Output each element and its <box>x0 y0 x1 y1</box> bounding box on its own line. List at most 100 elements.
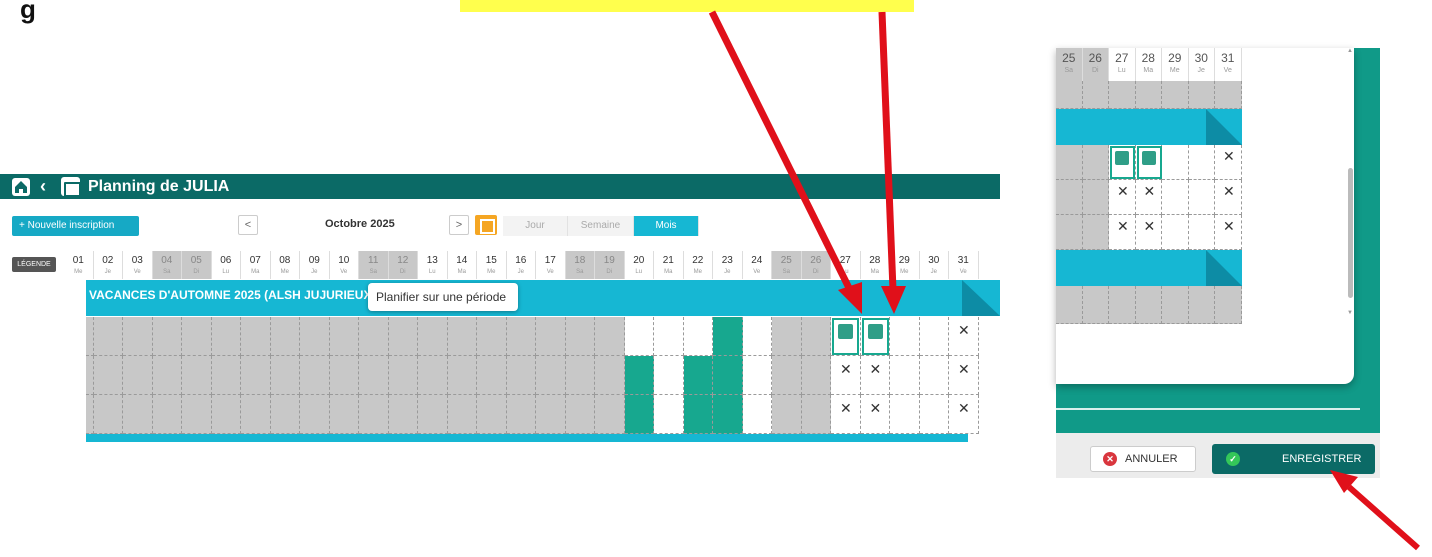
day-header-17[interactable]: 17 Ve <box>536 251 566 279</box>
day-header-25[interactable]: 25 Sa <box>772 251 802 279</box>
grid-cell[interactable] <box>211 356 241 395</box>
grid-cell[interactable] <box>742 317 772 356</box>
day-header-10[interactable]: 10 Ve <box>330 251 359 279</box>
day-header-08[interactable]: 08 Me <box>271 251 300 279</box>
no-person-icon[interactable]: ✕ <box>1223 219 1235 233</box>
grid-cell[interactable] <box>359 317 389 356</box>
day-header-05[interactable]: 05 Di <box>182 251 212 279</box>
day-header-19[interactable]: 19 Di <box>595 251 625 279</box>
person-check-icon[interactable] <box>832 318 859 355</box>
panel-grid-cell[interactable] <box>1188 215 1215 250</box>
grid-cell[interactable] <box>506 317 536 356</box>
grid-cell[interactable] <box>683 356 713 395</box>
scroll-up-icon[interactable]: ▲ <box>1347 48 1353 54</box>
day-header-01[interactable]: 01 Me <box>64 251 94 279</box>
panel-grid-cell[interactable] <box>1082 81 1109 109</box>
panel-grid-cell[interactable] <box>1056 145 1083 180</box>
grid-cell[interactable] <box>300 395 330 434</box>
grid-cell[interactable] <box>182 317 212 356</box>
grid-cell[interactable] <box>300 317 330 356</box>
panel-grid-cell[interactable] <box>1056 81 1083 109</box>
panel-grid-cell[interactable] <box>1056 215 1083 250</box>
calendar-picker-icon[interactable] <box>475 215 497 235</box>
grid-cell[interactable] <box>919 395 949 434</box>
no-person-icon[interactable]: ✕ <box>1117 219 1129 233</box>
panel-grid-cell[interactable] <box>1162 180 1189 215</box>
panel-grid-cell[interactable] <box>1082 180 1109 215</box>
grid-cell[interactable] <box>93 317 123 356</box>
grid-cell[interactable] <box>506 356 536 395</box>
panel-grid-cell[interactable] <box>1162 215 1189 250</box>
no-person-icon[interactable]: ✕ <box>870 401 882 415</box>
grid-cell[interactable] <box>506 395 536 434</box>
grid-cell[interactable] <box>447 317 477 356</box>
grid-cell[interactable] <box>477 317 507 356</box>
grid-cell[interactable] <box>418 395 448 434</box>
grid-cell[interactable] <box>152 395 182 434</box>
person-check-icon[interactable] <box>1110 146 1135 179</box>
next-month-button[interactable]: > <box>449 215 469 235</box>
grid-cell[interactable] <box>86 356 94 395</box>
day-header-27[interactable]: 27 Lu <box>831 251 861 279</box>
grid-cell[interactable] <box>211 317 241 356</box>
panel-grid-cell[interactable] <box>1162 145 1189 180</box>
grid-cell[interactable] <box>123 317 153 356</box>
no-person-icon[interactable]: ✕ <box>1117 184 1129 198</box>
new-registration-button[interactable]: + Nouvelle inscription <box>12 216 139 236</box>
grid-cell[interactable] <box>683 317 713 356</box>
day-header-16[interactable]: 16 Je <box>507 251 536 279</box>
grid-cell[interactable] <box>536 395 566 434</box>
day-header-20[interactable]: 20 Lu <box>625 251 654 279</box>
grid-cell[interactable] <box>713 317 743 356</box>
grid-cell[interactable] <box>713 395 743 434</box>
grid-cell[interactable] <box>742 395 772 434</box>
day-header-02[interactable]: 02 Je <box>94 251 123 279</box>
panel-grid-cell[interactable] <box>1109 286 1136 324</box>
grid-cell[interactable] <box>801 395 831 434</box>
home-icon[interactable] <box>12 178 30 196</box>
no-person-icon[interactable]: ✕ <box>840 401 852 415</box>
grid-cell[interactable] <box>123 356 153 395</box>
panel-day-header-31[interactable]: 31 Ve <box>1215 48 1242 81</box>
legend-button[interactable]: LÉGENDE <box>12 257 56 272</box>
panel-grid-cell[interactable] <box>1082 215 1109 250</box>
grid-cell[interactable] <box>182 356 212 395</box>
grid-cell[interactable] <box>919 317 949 356</box>
grid-cell[interactable] <box>624 395 654 434</box>
grid-cell[interactable] <box>359 356 389 395</box>
panel-day-header-29[interactable]: 29 Me <box>1162 48 1189 81</box>
grid-cell[interactable] <box>477 395 507 434</box>
panel-grid-cell[interactable] <box>1188 180 1215 215</box>
plan-period-tooltip[interactable]: Planifier sur une période <box>368 283 518 311</box>
tab-mois[interactable]: Mois <box>634 216 699 236</box>
grid-cell[interactable] <box>624 317 654 356</box>
person-check-icon[interactable] <box>1136 146 1162 179</box>
panel-grid-cell[interactable] <box>1188 286 1215 324</box>
panel-grid-cell[interactable] <box>1135 286 1162 324</box>
scroll-thumb[interactable] <box>1348 168 1353 298</box>
day-header-11[interactable]: 11 Sa <box>359 251 389 279</box>
grid-cell[interactable] <box>477 356 507 395</box>
panel-scrollbar[interactable]: ▲ ▼ <box>1347 48 1354 318</box>
grid-cell[interactable] <box>329 356 359 395</box>
chevron-left-icon[interactable]: ‹ <box>40 175 46 197</box>
grid-cell[interactable] <box>624 356 654 395</box>
grid-cell[interactable] <box>565 356 595 395</box>
grid-cell[interactable] <box>388 356 418 395</box>
grid-cell[interactable] <box>801 356 831 395</box>
grid-cell[interactable] <box>152 356 182 395</box>
no-person-icon[interactable]: ✕ <box>958 362 970 376</box>
grid-cell[interactable] <box>270 356 300 395</box>
no-person-icon[interactable]: ✕ <box>958 323 970 337</box>
day-header-23[interactable]: 23 Je <box>713 251 743 279</box>
panel-grid-cell[interactable] <box>1188 81 1215 109</box>
grid-cell[interactable] <box>595 395 625 434</box>
no-person-icon[interactable]: ✕ <box>1144 219 1156 233</box>
grid-cell[interactable] <box>772 317 802 356</box>
day-header-09[interactable]: 09 Je <box>300 251 330 279</box>
tab-semaine[interactable]: Semaine <box>568 216 634 236</box>
grid-cell[interactable] <box>241 356 271 395</box>
panel-day-header-25[interactable]: 25 Sa <box>1056 48 1083 81</box>
day-header-31[interactable]: 31 Ve <box>949 251 979 279</box>
grid-cell[interactable] <box>595 317 625 356</box>
